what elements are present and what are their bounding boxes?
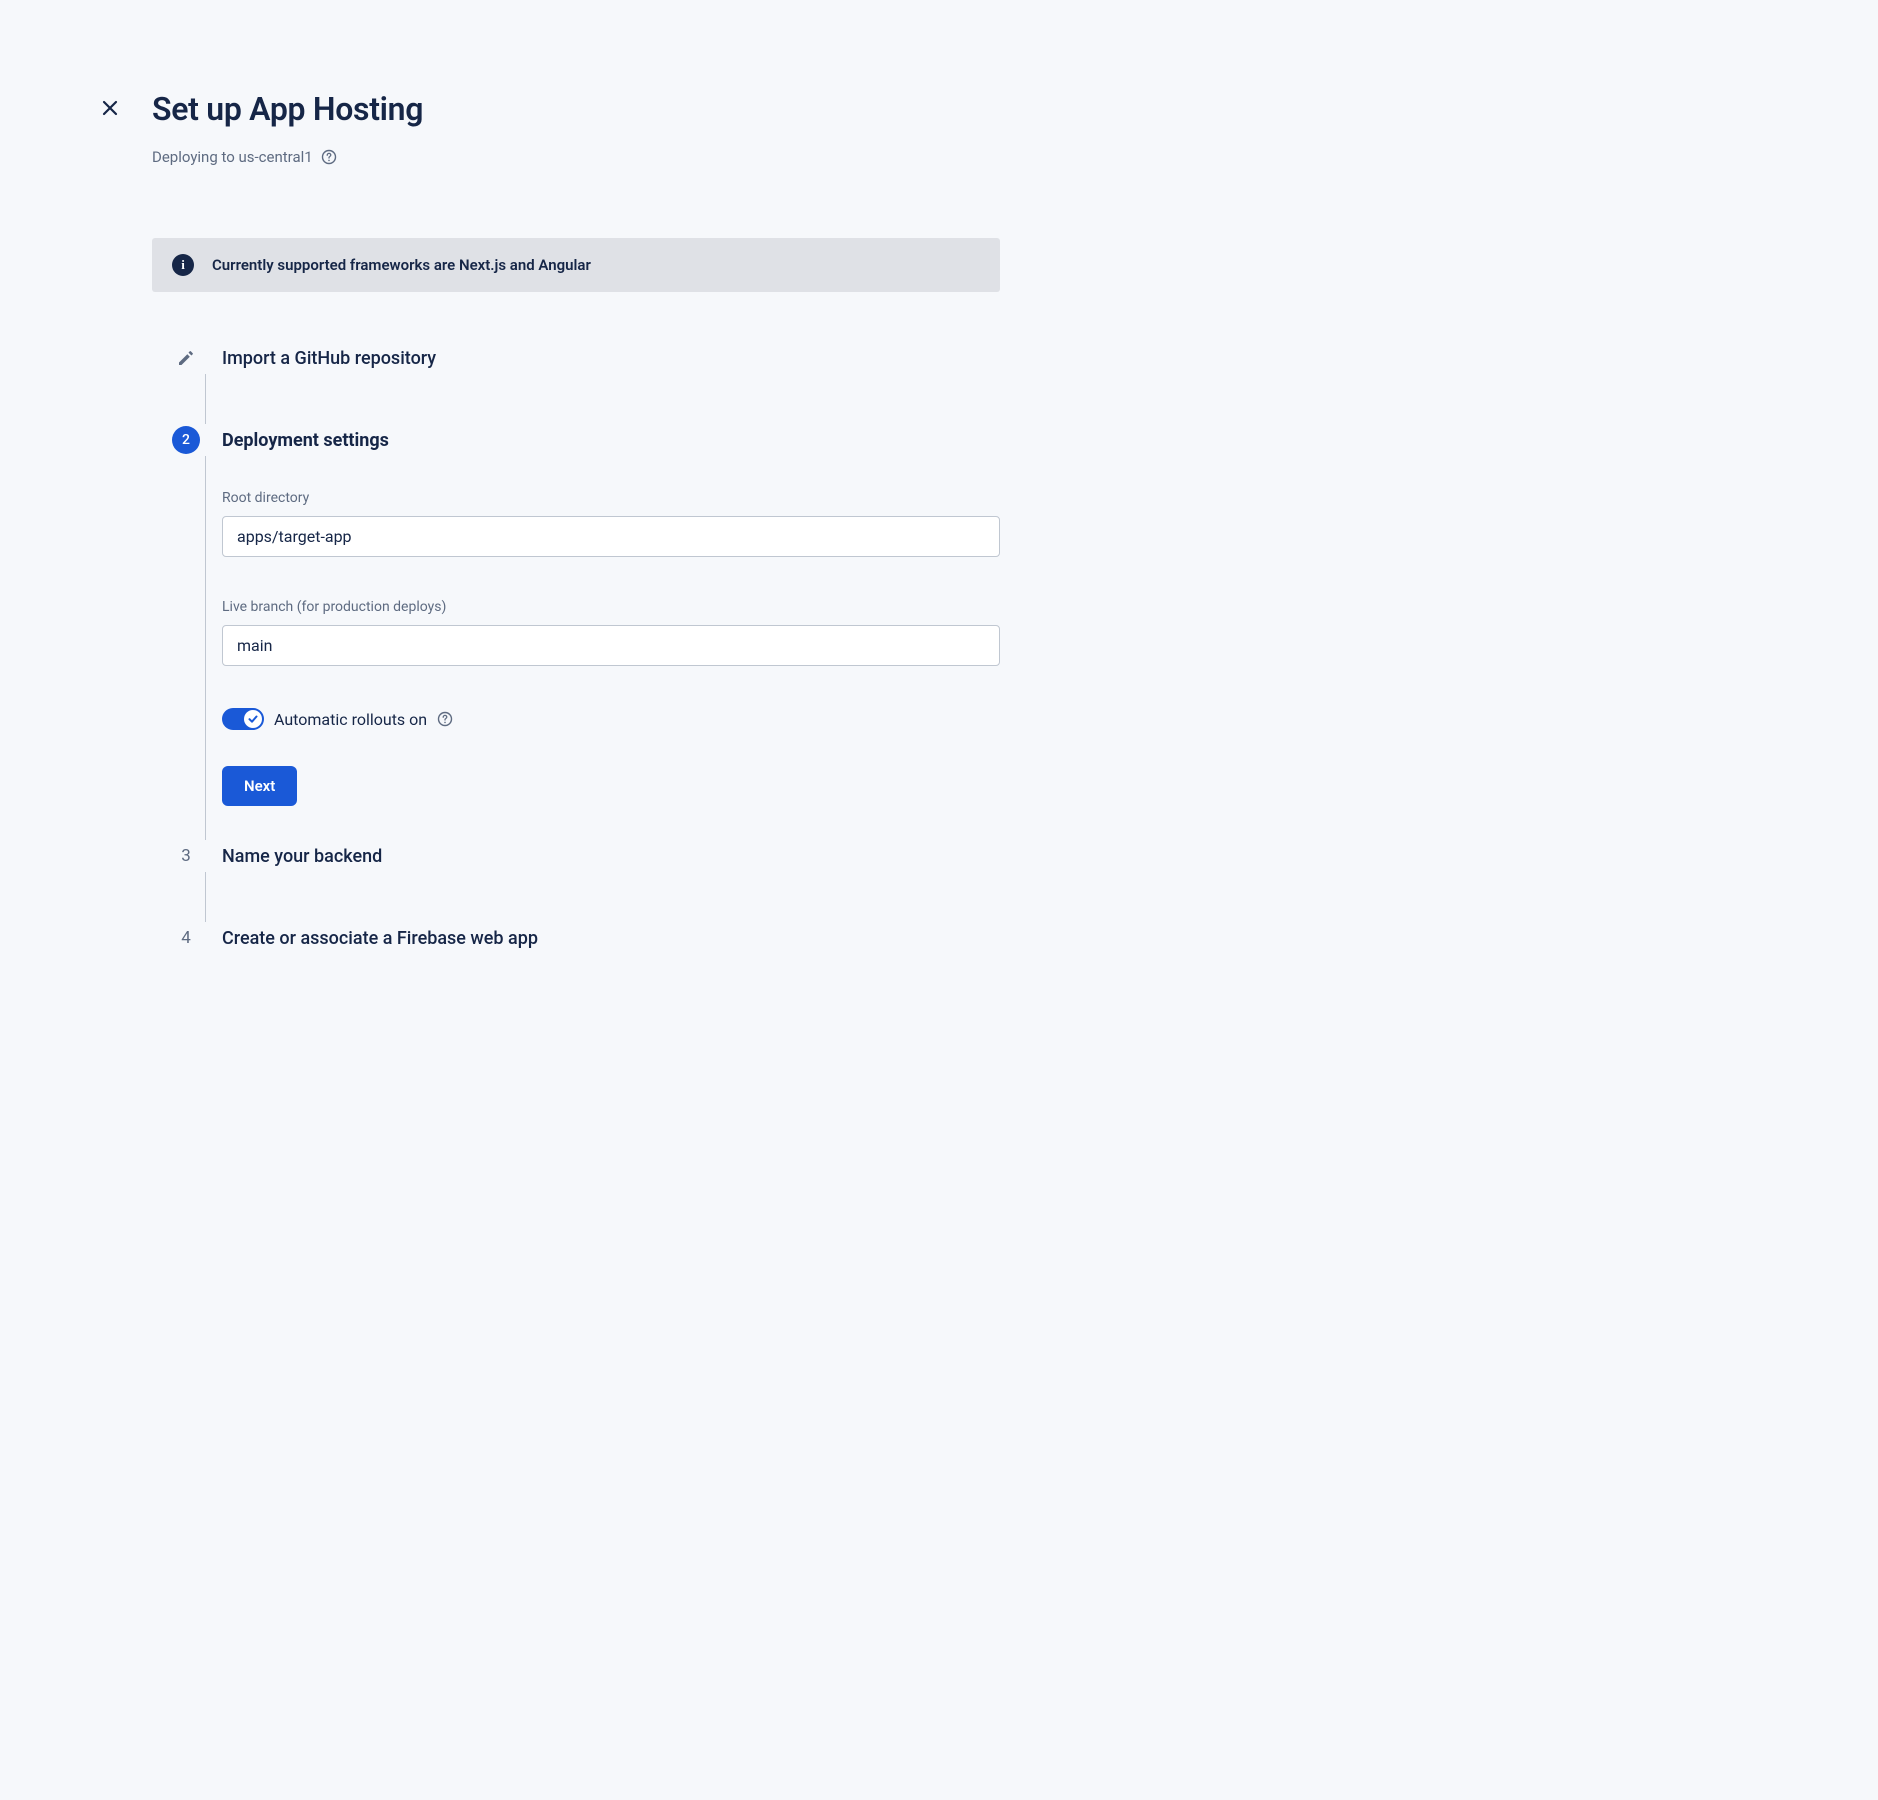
page-title: Set up App Hosting [152,90,423,128]
info-banner-text: Currently supported frameworks are Next.… [212,256,591,274]
step-name-backend[interactable]: 3 Name your backend [172,842,1000,870]
automatic-rollouts-label: Automatic rollouts on [274,710,427,729]
step-title: Deployment settings [222,430,389,451]
help-circle-icon [437,711,453,727]
step-number-badge: 2 [172,426,200,454]
root-directory-input[interactable] [222,516,1000,557]
step-number: 4 [172,924,200,952]
step-title: Create or associate a Firebase web app [222,928,538,949]
pencil-icon [172,344,200,372]
rollouts-help-button[interactable] [437,711,453,727]
step-title: Name your backend [222,846,382,867]
automatic-rollouts-toggle[interactable] [222,708,264,730]
deploy-region-text: Deploying to us-central1 [152,148,313,166]
root-directory-label: Root directory [222,490,1000,506]
info-icon: i [172,254,194,276]
close-button[interactable] [100,90,120,118]
next-button[interactable]: Next [222,766,297,806]
info-banner: i Currently supported frameworks are Nex… [152,238,1000,292]
region-help-button[interactable] [321,149,337,165]
close-icon [100,98,120,118]
live-branch-input[interactable] [222,625,1000,666]
check-icon [247,713,259,725]
step-import-repository[interactable]: Import a GitHub repository [172,344,1000,372]
step-deployment-settings: 2 Deployment settings [172,426,1000,454]
step-title: Import a GitHub repository [222,348,436,369]
step-number: 3 [172,842,200,870]
step-firebase-app[interactable]: 4 Create or associate a Firebase web app [172,924,1000,952]
help-circle-icon [321,149,337,165]
live-branch-label: Live branch (for production deploys) [222,599,1000,615]
